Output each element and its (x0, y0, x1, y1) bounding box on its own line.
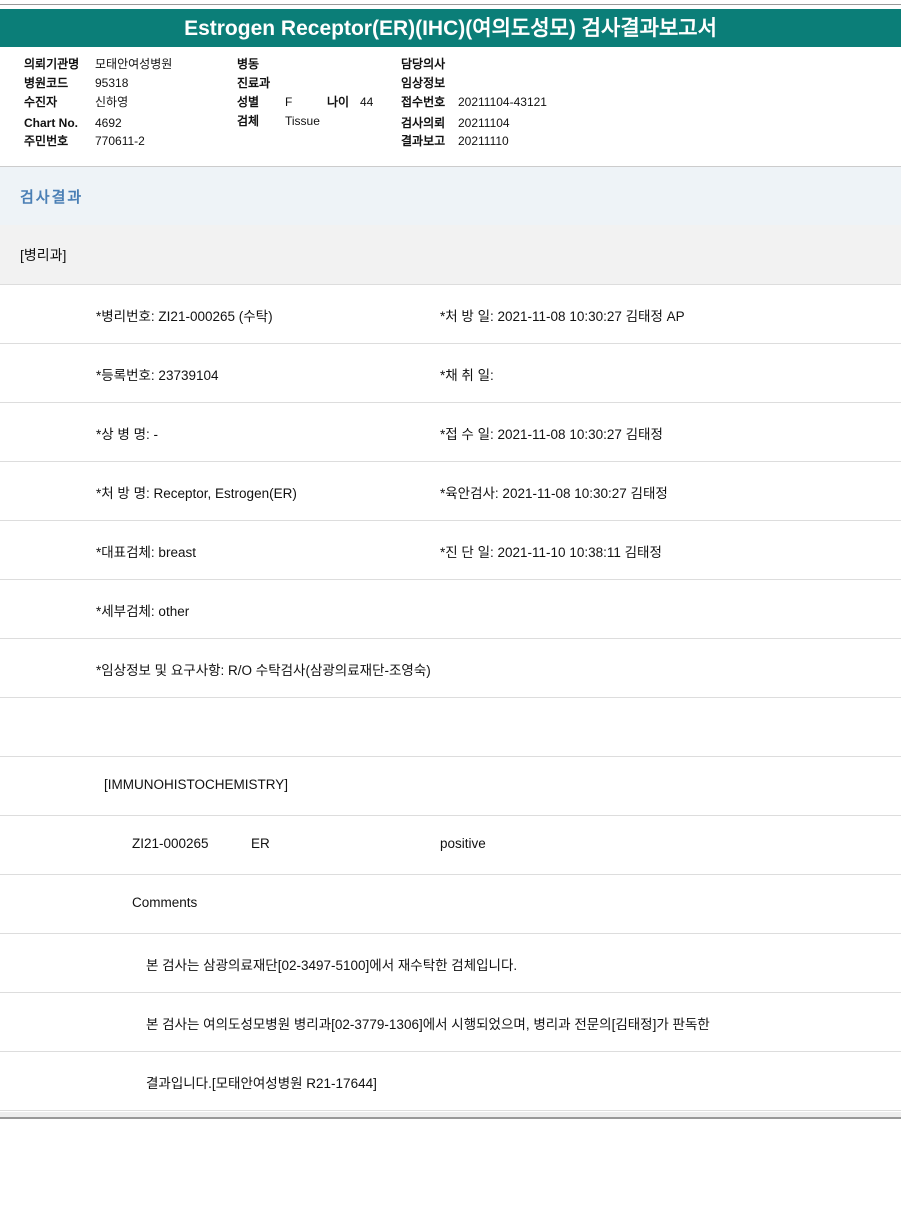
report-title: Estrogen Receptor(ER)(IHC)(여의도성모) 검사결과보고… (0, 9, 901, 47)
comment-row: 본 검사는 삼광의료재단[02-3497-5100]에서 재수탁한 검체입니다. (0, 934, 901, 993)
info-value: 모태안여성병원 (95, 57, 173, 71)
section-header: 검사결과 (0, 166, 901, 226)
comment-row: 본 검사는 여의도성모병원 병리과[02-3779-1306]에서 시행되었으며… (0, 993, 901, 1052)
comment-text: 본 검사는 여의도성모병원 병리과[02-3779-1306]에서 시행되었으며… (146, 1017, 710, 1032)
info-label: 검사의뢰 (401, 116, 446, 130)
info-label: 성별 (237, 95, 260, 109)
info-value: 20211110 (458, 134, 509, 148)
row-left: *처 방 명: Receptor, Estrogen(ER) (96, 486, 297, 501)
table-row: *임상정보 및 요구사항: R/O 수탁검사(삼광의료재단-조영숙) (0, 639, 901, 698)
patient-info: 의뢰기관명 모태안여성병원 병원코드 95318 수진자 신하영 Chart N… (0, 55, 901, 155)
info-value: 44 (360, 95, 374, 109)
top-border (0, 4, 901, 5)
info-label: 나이 (327, 95, 350, 109)
info-label: 병동 (237, 57, 260, 71)
row-left: *상 병 명: - (96, 427, 159, 442)
row-left: *임상정보 및 요구사항: R/O 수탁검사(삼광의료재단-조영숙) (96, 663, 431, 678)
row-left: *병리번호: ZI21-000265 (수탁) (96, 309, 273, 324)
info-value: 770611-2 (95, 134, 145, 148)
info-value: 20211104 (458, 116, 510, 130)
info-value: Tissue (285, 114, 320, 128)
info-label: 병원코드 (24, 76, 69, 90)
info-value: 4692 (95, 116, 122, 130)
table-row: *대표검체: breast *진 단 일: 2021-11-10 10:38:11… (0, 521, 901, 580)
info-value: 신하영 (95, 95, 129, 109)
blank-row (0, 698, 901, 757)
info-label: 담당의사 (401, 57, 446, 71)
row-right: *진 단 일: 2021-11-10 10:38:11 김태정 (440, 545, 662, 560)
table-row: *등록번호: 23739104 *채 취 일: (0, 344, 901, 403)
comment-text: 결과입니다.[모태안여성병원 R21-17644] (146, 1076, 377, 1091)
comments-label-row: Comments (0, 875, 901, 934)
row-right: *접 수 일: 2021-11-08 10:30:27 김태정 (440, 427, 663, 442)
row-left: *세부검체: other (96, 604, 190, 619)
ihc-marker: ER (251, 836, 270, 851)
info-label: 수진자 (24, 95, 58, 109)
department-label: [병리과] (20, 247, 67, 263)
ihc-header-row: [IMMUNOHISTOCHEMISTRY] (0, 757, 901, 816)
info-label: 검체 (237, 114, 260, 128)
row-right: *처 방 일: 2021-11-08 10:30:27 김태정 AP (440, 309, 685, 324)
ihc-header: [IMMUNOHISTOCHEMISTRY] (104, 777, 289, 792)
row-left: *등록번호: 23739104 (96, 368, 219, 383)
info-label: Chart No. (24, 116, 78, 130)
comment-text: 본 검사는 삼광의료재단[02-3497-5100]에서 재수탁한 검체입니다. (146, 958, 518, 973)
info-value: 95318 (95, 76, 129, 90)
comments-label: Comments (132, 895, 198, 910)
table-row: *세부검체: other (0, 580, 901, 639)
row-right: *채 취 일: (440, 368, 494, 383)
row-left: *대표검체: breast (96, 545, 196, 560)
info-value: F (285, 95, 293, 109)
info-label: 의뢰기관명 (24, 57, 80, 71)
table-row: *병리번호: ZI21-000265 (수탁) *처 방 일: 2021-11-0… (0, 285, 901, 344)
row-right: *육안검사: 2021-11-08 10:30:27 김태정 (440, 486, 668, 501)
ihc-result: positive (440, 836, 486, 851)
section-title: 검사결과 (20, 189, 84, 206)
table-row: *상 병 명: - *접 수 일: 2021-11-08 10:30:27 김태정 (0, 403, 901, 462)
ihc-result-row: ZI21-000265 ER positive (0, 816, 901, 875)
info-value: 20211104-43121 (458, 95, 547, 109)
comment-row: 결과입니다.[모태안여성병원 R21-17644] (0, 1052, 901, 1111)
bottom-border (0, 1112, 901, 1119)
info-label: 접수번호 (401, 95, 446, 109)
table-row: *처 방 명: Receptor, Estrogen(ER) *육안검사: 202… (0, 462, 901, 521)
department-row: [병리과] (0, 225, 901, 285)
info-label: 임상정보 (401, 76, 446, 90)
info-label: 결과보고 (401, 134, 446, 148)
ihc-id: ZI21-000265 (132, 836, 209, 851)
info-label: 주민번호 (24, 134, 69, 148)
info-label: 진료과 (237, 76, 271, 90)
